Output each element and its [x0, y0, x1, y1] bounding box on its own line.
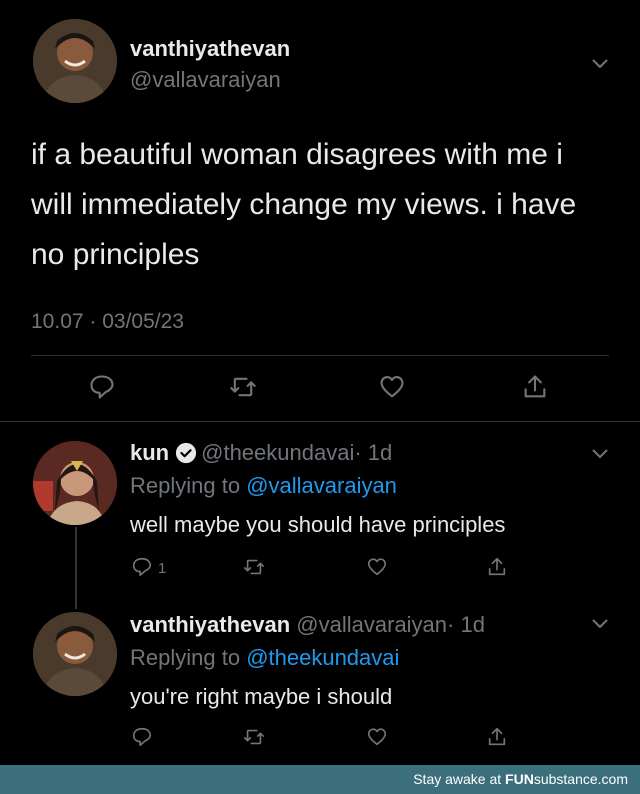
like-icon[interactable] [378, 373, 406, 401]
retweet-icon[interactable] [229, 373, 257, 401]
reply-count: 1 [158, 560, 167, 577]
retweet-icon[interactable] [243, 726, 265, 748]
thread-connector [75, 527, 77, 609]
chevron-down-icon[interactable] [590, 53, 610, 73]
display-name[interactable]: kun [130, 440, 169, 465]
user-handle[interactable]: @vallavaraiyan [130, 67, 281, 93]
replying-prefix: Replying to [130, 473, 247, 498]
reply-icon[interactable] [131, 726, 153, 748]
watermark-prefix: Stay awake at [413, 771, 506, 787]
like-icon[interactable] [366, 726, 388, 748]
tweet-timestamp[interactable]: 10.07 · 03/05/23 [31, 310, 184, 334]
replying-to: Replying to @theekundavai [130, 645, 399, 671]
reply-text: you're right maybe i should [130, 684, 393, 709]
watermark-brand-rest: substance.com [533, 771, 628, 787]
tweet-thread: vanthiyathevan @vallavaraiyan if a beaut… [0, 0, 640, 765]
avatar[interactable] [33, 19, 117, 103]
avatar[interactable] [33, 612, 117, 696]
replying-to: Replying to @vallavaraiyan [130, 473, 397, 499]
replying-to-link[interactable]: @vallavaraiyan [246, 473, 397, 498]
watermark-brand-bold: FUN [505, 771, 534, 787]
watermark-bar: Stay awake at FUNsubstance.com [0, 765, 640, 794]
replying-prefix: Replying to [130, 645, 247, 670]
chevron-down-icon[interactable] [590, 613, 610, 633]
share-icon[interactable] [486, 556, 508, 578]
display-name[interactable]: vanthiyathevan [130, 36, 290, 62]
user-handle[interactable]: @vallavaraiyan [296, 612, 447, 637]
share-icon[interactable] [486, 726, 508, 748]
like-icon[interactable] [366, 556, 388, 578]
reply-text: well maybe you should have principles [130, 512, 506, 537]
divider [31, 355, 609, 356]
avatar[interactable] [33, 441, 117, 525]
reply-header: vanthiyathevan @vallavaraiyan· 1d [130, 612, 485, 638]
tweet-text: if a beautiful woman disagrees with me i… [31, 138, 577, 271]
chevron-down-icon[interactable] [590, 443, 610, 463]
watermark-text: Stay awake at FUNsubstance.com [413, 771, 628, 787]
share-icon[interactable] [521, 373, 549, 401]
reply-age[interactable]: · 1d [447, 612, 485, 637]
reply-age[interactable]: · 1d [354, 440, 392, 465]
verified-badge-icon [176, 442, 197, 464]
user-handle[interactable]: @theekundavai [201, 440, 354, 465]
display-name[interactable]: vanthiyathevan [130, 612, 290, 637]
replying-to-link[interactable]: @theekundavai [246, 645, 399, 670]
reply-icon[interactable] [131, 556, 153, 578]
divider [0, 421, 640, 422]
reply-header: kun @theekundavai· 1d [130, 440, 392, 466]
retweet-icon[interactable] [243, 556, 265, 578]
reply-icon[interactable] [88, 373, 116, 401]
